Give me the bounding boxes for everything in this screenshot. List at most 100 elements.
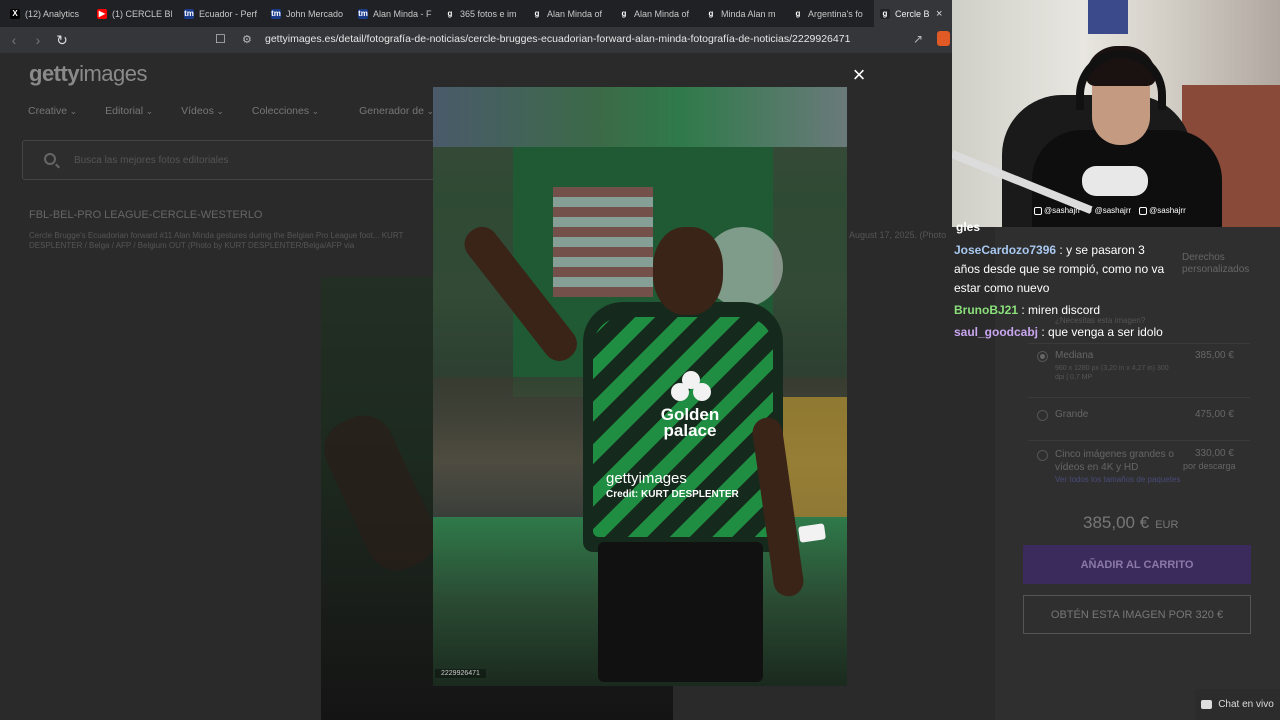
image-caption: Cercle Brugge's Ecuadorian forward #11 A…: [29, 231, 404, 250]
tab-title: Alan Minda of: [634, 8, 690, 19]
option-pack-link[interactable]: Ver todos los tamaños de paquetes: [1055, 475, 1180, 484]
photo-credit: Credit: KURT DESPLENTER: [606, 489, 739, 500]
transfermarkt-icon: tm: [271, 8, 281, 19]
tab-title: Argentina's fo: [808, 8, 863, 19]
search-input[interactable]: Busca las mejores fotos editoriales: [22, 140, 462, 180]
tab-close-icon[interactable]: ×: [936, 8, 948, 20]
chat-username: BrunoBJ21: [954, 303, 1019, 317]
youtube-icon: ▶: [97, 8, 107, 19]
option-medium-price: 385,00 €: [1195, 350, 1234, 361]
getty-logo[interactable]: gettyimages: [29, 61, 147, 87]
getty-icon: g: [880, 8, 890, 19]
social-tiktok: ♪ @sashajrr: [1088, 206, 1132, 215]
chat-username: JoseCardozo7396: [954, 243, 1057, 257]
live-chat-label: Chat en vivo: [1218, 699, 1274, 710]
tab-title: Minda Alan m: [721, 8, 776, 19]
chat-bubble-icon: [1201, 700, 1213, 709]
headphones-icon: [1076, 50, 1166, 110]
screen: X (12) Analytics ▶ (1) CERCLE BR tm Ecuador -…: [0, 0, 1280, 720]
buy-image-button[interactable]: OBTÉN ESTA IMAGEN POR 320 €: [1023, 595, 1251, 634]
option-large-radio[interactable]: [1037, 410, 1048, 421]
image-headline: FBL-BEL-PRO LEAGUE-CERCLE-WESTERLO: [29, 209, 263, 221]
tab-title: Ecuador - Perf: [199, 8, 258, 19]
x-icon: X: [10, 8, 20, 19]
url-field[interactable]: gettyimages.es/detail/fotografía-de-noti…: [265, 33, 850, 45]
player-head: [653, 227, 723, 315]
bookmark-icon[interactable]: ☐: [215, 32, 226, 46]
getty-icon: g: [532, 8, 542, 19]
brave-shield-icon[interactable]: [937, 31, 950, 46]
total-price: 385,00 € EUR: [1083, 513, 1179, 532]
browser-tab[interactable]: g Alan Minda of: [613, 0, 700, 27]
option-medium-detail: 960 x 1280 px (3,20 in x 4,27 in) 300 dp…: [1055, 365, 1169, 381]
transfermarkt-icon: tm: [184, 8, 194, 19]
browser-tab[interactable]: tm Ecuador - Perf: [178, 0, 265, 27]
player-shorts: [598, 542, 763, 682]
add-to-cart-button[interactable]: AÑADIR AL CARRITO: [1023, 545, 1251, 584]
clover-logo-icon: [671, 371, 711, 405]
getty-icon: g: [793, 8, 803, 19]
browser-tab[interactable]: tm John Mercado: [265, 0, 352, 27]
option-pack-price: 330,00 €: [1195, 448, 1234, 459]
chat-message: JoseCardozo7396 : y se pasaron 3 años de…: [954, 243, 1165, 295]
social-twitch: @sashajrr: [1139, 206, 1186, 215]
browser-tab[interactable]: g 365 fotos e im: [439, 0, 526, 27]
search-placeholder: Busca las mejores fotos editoriales: [74, 155, 229, 166]
share-icon[interactable]: ↗: [913, 32, 923, 46]
option-pack-price-note: por descarga: [1183, 461, 1236, 471]
tab-title: Alan Minda of: [547, 8, 603, 19]
search-icon: [44, 153, 56, 165]
browser-tab[interactable]: g Argentina's fo: [787, 0, 874, 27]
browser-tab[interactable]: ▶ (1) CERCLE BR: [91, 0, 178, 27]
getty-icon: g: [619, 8, 629, 19]
microphone-icon: [1082, 166, 1148, 196]
nav-generator[interactable]: Generador de: [347, 105, 434, 117]
chat-text: que venga a ser idolo: [1048, 325, 1163, 339]
browser-tab[interactable]: tm Alan Minda - F: [352, 0, 439, 27]
nav-editorial[interactable]: Editorial: [105, 105, 153, 117]
tab-title: Alan Minda - F: [373, 8, 432, 19]
chat-cut-line: gles: [956, 220, 981, 234]
browser-tab[interactable]: g Alan Minda of: [526, 0, 613, 27]
option-large-label: Grande: [1055, 409, 1089, 420]
browser-tab[interactable]: g Cercle Br ×: [874, 0, 952, 27]
tab-title: John Mercado: [286, 8, 344, 19]
browser-tab[interactable]: X (12) Analytics: [4, 0, 91, 27]
option-medium-radio[interactable]: [1037, 351, 1048, 362]
photo-stands-top: [433, 87, 847, 147]
live-chat-button[interactable]: Chat en vivo: [1195, 689, 1280, 720]
nav-videos[interactable]: Vídeos: [181, 105, 224, 117]
image-date: August 17, 2025. (Photo: [849, 230, 947, 240]
option-large-price: 475,00 €: [1195, 409, 1234, 420]
chat-text: miren discord: [1028, 303, 1101, 317]
main-nav: Creative Editorial Vídeos Colecciones Ge…: [28, 105, 434, 117]
site-info-icon[interactable]: ⚙: [242, 33, 252, 46]
chat-message: BrunoBJ21 : miren discord: [954, 303, 1101, 317]
photo-flag: [553, 187, 653, 297]
option-pack-radio[interactable]: [1037, 450, 1048, 461]
browser-tab[interactable]: g Minda Alan m: [700, 0, 787, 27]
reload-icon[interactable]: ↻: [52, 30, 72, 50]
instagram-icon: [1034, 206, 1042, 215]
social-handles: @sashajrr ♪ @sashajrr @sashajrr: [1034, 206, 1186, 215]
nav-creative[interactable]: Creative: [28, 105, 77, 117]
tab-strip: X (12) Analytics ▶ (1) CERCLE BR tm Ecuador -…: [0, 0, 952, 27]
getty-icon: g: [445, 8, 455, 19]
tab-title: Cercle Br: [895, 8, 929, 19]
chat-username: saul_goodcabj: [954, 325, 1039, 339]
nav-collections[interactable]: Colecciones: [252, 105, 319, 117]
webcam-wall-banner: [1088, 0, 1128, 34]
photo-id: 2229926471: [435, 669, 486, 678]
webcam-overlay: @sashajrr ♪ @sashajrr @sashajrr: [952, 0, 1280, 227]
option-medium-label: Mediana: [1055, 350, 1094, 361]
close-icon[interactable]: ×: [848, 64, 870, 86]
forward-button[interactable]: ›: [28, 30, 48, 50]
photo-preview: Golden palace gettyimages Credit: KURT D…: [433, 87, 847, 686]
back-button[interactable]: ‹: [4, 30, 24, 50]
twitch-icon: [1139, 206, 1148, 215]
tab-title: (12) Analytics: [25, 8, 80, 19]
option-pack-label: Cinco imágenes grandes o vídeos en 4K y …: [1055, 449, 1174, 473]
transfermarkt-icon: tm: [358, 8, 368, 19]
getty-icon: g: [706, 8, 716, 19]
social-instagram: @sashajrr: [1034, 206, 1081, 215]
